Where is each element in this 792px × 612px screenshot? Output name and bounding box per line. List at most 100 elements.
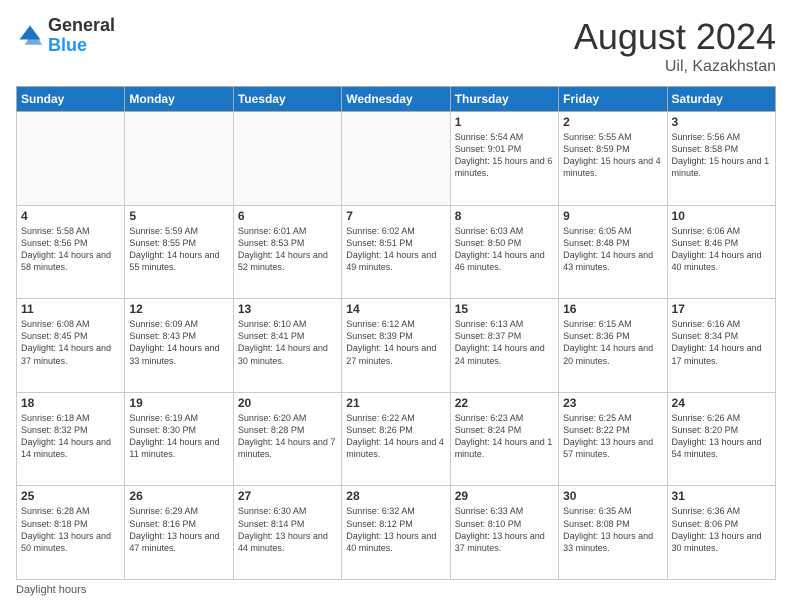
day-number: 17 xyxy=(672,302,771,316)
col-header-thursday: Thursday xyxy=(450,87,558,112)
day-number: 24 xyxy=(672,396,771,410)
calendar-cell: 18 Sunrise: 6:18 AM Sunset: 8:32 PM Dayli… xyxy=(17,392,125,486)
calendar-cell xyxy=(342,112,450,206)
day-number: 30 xyxy=(563,489,662,503)
day-info: Sunrise: 5:54 AM Sunset: 9:01 PM Dayligh… xyxy=(455,131,554,180)
day-number: 13 xyxy=(238,302,337,316)
col-header-monday: Monday xyxy=(125,87,233,112)
day-info: Sunrise: 6:18 AM Sunset: 8:32 PM Dayligh… xyxy=(21,412,120,461)
day-info: Sunrise: 6:03 AM Sunset: 8:50 PM Dayligh… xyxy=(455,225,554,274)
calendar-cell: 7 Sunrise: 6:02 AM Sunset: 8:51 PM Daylig… xyxy=(342,205,450,299)
logo: General Blue xyxy=(16,16,115,56)
calendar-cell: 11Sunrise: 6:08 AM Sunset: 8:45 PM Dayli… xyxy=(17,299,125,393)
day-number: 7 xyxy=(346,209,445,223)
day-number: 6 xyxy=(238,209,337,223)
day-number: 26 xyxy=(129,489,228,503)
calendar-cell: 28 Sunrise: 6:32 AM Sunset: 8:12 PM Dayli… xyxy=(342,486,450,580)
day-info: Sunrise: 6:20 AM Sunset: 8:28 PM Dayligh… xyxy=(238,412,337,461)
calendar-cell: 26 Sunrise: 6:29 AM Sunset: 8:16 PM Dayli… xyxy=(125,486,233,580)
day-number: 19 xyxy=(129,396,228,410)
day-info: Sunrise: 6:19 AM Sunset: 8:30 PM Dayligh… xyxy=(129,412,228,461)
day-info: Sunrise: 6:26 AM Sunset: 8:20 PM Dayligh… xyxy=(672,412,771,461)
calendar-cell: 12Sunrise: 6:09 AM Sunset: 8:43 PM Dayli… xyxy=(125,299,233,393)
calendar-header-row: SundayMondayTuesdayWednesdayThursdayFrid… xyxy=(17,87,776,112)
day-number: 21 xyxy=(346,396,445,410)
logo-blue: Blue xyxy=(48,36,115,56)
day-info: Sunrise: 5:58 AM Sunset: 8:56 PM Dayligh… xyxy=(21,225,120,274)
day-info: Sunrise: 6:01 AM Sunset: 8:53 PM Dayligh… xyxy=(238,225,337,274)
calendar-cell: 21 Sunrise: 6:22 AM Sunset: 8:26 PM Dayli… xyxy=(342,392,450,486)
calendar-cell: 27 Sunrise: 6:30 AM Sunset: 8:14 PM Dayli… xyxy=(233,486,341,580)
footer-note: Daylight hours xyxy=(16,584,776,596)
calendar-cell: 8 Sunrise: 6:03 AM Sunset: 8:50 PM Daylig… xyxy=(450,205,558,299)
day-number: 16 xyxy=(563,302,662,316)
day-info: Sunrise: 6:28 AM Sunset: 8:18 PM Dayligh… xyxy=(21,505,120,554)
calendar-cell: 31Sunrise: 6:36 AM Sunset: 8:06 PM Dayli… xyxy=(667,486,775,580)
day-info: Sunrise: 5:59 AM Sunset: 8:55 PM Dayligh… xyxy=(129,225,228,274)
day-info: Sunrise: 6:22 AM Sunset: 8:26 PM Dayligh… xyxy=(346,412,445,461)
calendar-cell: 30Sunrise: 6:35 AM Sunset: 8:08 PM Dayli… xyxy=(559,486,667,580)
day-info: Sunrise: 6:29 AM Sunset: 8:16 PM Dayligh… xyxy=(129,505,228,554)
day-info: Sunrise: 6:30 AM Sunset: 8:14 PM Dayligh… xyxy=(238,505,337,554)
day-info: Sunrise: 5:56 AM Sunset: 8:58 PM Dayligh… xyxy=(672,131,771,180)
calendar-cell: 29Sunrise: 6:33 AM Sunset: 8:10 PM Dayli… xyxy=(450,486,558,580)
logo-general: General xyxy=(48,16,115,36)
day-number: 28 xyxy=(346,489,445,503)
logo-text: General Blue xyxy=(48,16,115,56)
day-info: Sunrise: 6:06 AM Sunset: 8:46 PM Dayligh… xyxy=(672,225,771,274)
calendar-week-5: 25Sunrise: 6:28 AM Sunset: 8:18 PM Dayli… xyxy=(17,486,776,580)
day-number: 5 xyxy=(129,209,228,223)
calendar-week-4: 18 Sunrise: 6:18 AM Sunset: 8:32 PM Dayli… xyxy=(17,392,776,486)
day-number: 22 xyxy=(455,396,554,410)
day-number: 18 xyxy=(21,396,120,410)
day-number: 12 xyxy=(129,302,228,316)
day-info: Sunrise: 6:12 AM Sunset: 8:39 PM Dayligh… xyxy=(346,318,445,367)
day-number: 8 xyxy=(455,209,554,223)
location-title: Uil, Kazakhstan xyxy=(574,58,776,76)
calendar-week-2: 4 Sunrise: 5:58 AM Sunset: 8:56 PM Daylig… xyxy=(17,205,776,299)
day-info: Sunrise: 6:10 AM Sunset: 8:41 PM Dayligh… xyxy=(238,318,337,367)
day-number: 3 xyxy=(672,115,771,129)
day-info: Sunrise: 6:25 AM Sunset: 8:22 PM Dayligh… xyxy=(563,412,662,461)
day-number: 9 xyxy=(563,209,662,223)
calendar-cell: 1 Sunrise: 5:54 AM Sunset: 9:01 PM Daylig… xyxy=(450,112,558,206)
calendar-cell: 5 Sunrise: 5:59 AM Sunset: 8:55 PM Daylig… xyxy=(125,205,233,299)
calendar-cell: 4 Sunrise: 5:58 AM Sunset: 8:56 PM Daylig… xyxy=(17,205,125,299)
calendar-cell xyxy=(17,112,125,206)
calendar-cell: 6 Sunrise: 6:01 AM Sunset: 8:53 PM Daylig… xyxy=(233,205,341,299)
calendar-cell: 13 Sunrise: 6:10 AM Sunset: 8:41 PM Dayli… xyxy=(233,299,341,393)
day-number: 2 xyxy=(563,115,662,129)
day-number: 20 xyxy=(238,396,337,410)
logo-icon xyxy=(16,22,44,50)
day-info: Sunrise: 6:15 AM Sunset: 8:36 PM Dayligh… xyxy=(563,318,662,367)
day-info: Sunrise: 6:36 AM Sunset: 8:06 PM Dayligh… xyxy=(672,505,771,554)
page: General Blue August 2024 Uil, Kazakhstan… xyxy=(0,0,792,612)
day-info: Sunrise: 6:23 AM Sunset: 8:24 PM Dayligh… xyxy=(455,412,554,461)
col-header-saturday: Saturday xyxy=(667,87,775,112)
day-number: 14 xyxy=(346,302,445,316)
day-info: Sunrise: 6:16 AM Sunset: 8:34 PM Dayligh… xyxy=(672,318,771,367)
col-header-wednesday: Wednesday xyxy=(342,87,450,112)
day-info: Sunrise: 6:02 AM Sunset: 8:51 PM Dayligh… xyxy=(346,225,445,274)
calendar-cell: 23 Sunrise: 6:25 AM Sunset: 8:22 PM Dayli… xyxy=(559,392,667,486)
day-number: 23 xyxy=(563,396,662,410)
day-info: Sunrise: 6:32 AM Sunset: 8:12 PM Dayligh… xyxy=(346,505,445,554)
calendar-cell: 19 Sunrise: 6:19 AM Sunset: 8:30 PM Dayli… xyxy=(125,392,233,486)
header: General Blue August 2024 Uil, Kazakhstan xyxy=(16,16,776,76)
day-info: Sunrise: 6:05 AM Sunset: 8:48 PM Dayligh… xyxy=(563,225,662,274)
day-info: Sunrise: 5:55 AM Sunset: 8:59 PM Dayligh… xyxy=(563,131,662,180)
day-number: 1 xyxy=(455,115,554,129)
day-number: 4 xyxy=(21,209,120,223)
calendar-cell: 17 Sunrise: 6:16 AM Sunset: 8:34 PM Dayli… xyxy=(667,299,775,393)
calendar-week-3: 11Sunrise: 6:08 AM Sunset: 8:45 PM Dayli… xyxy=(17,299,776,393)
col-header-friday: Friday xyxy=(559,87,667,112)
day-info: Sunrise: 6:13 AM Sunset: 8:37 PM Dayligh… xyxy=(455,318,554,367)
calendar-week-1: 1 Sunrise: 5:54 AM Sunset: 9:01 PM Daylig… xyxy=(17,112,776,206)
day-number: 11 xyxy=(21,302,120,316)
day-number: 15 xyxy=(455,302,554,316)
calendar-cell xyxy=(125,112,233,206)
col-header-sunday: Sunday xyxy=(17,87,125,112)
calendar-cell: 20 Sunrise: 6:20 AM Sunset: 8:28 PM Dayli… xyxy=(233,392,341,486)
day-number: 27 xyxy=(238,489,337,503)
calendar-cell: 9 Sunrise: 6:05 AM Sunset: 8:48 PM Daylig… xyxy=(559,205,667,299)
